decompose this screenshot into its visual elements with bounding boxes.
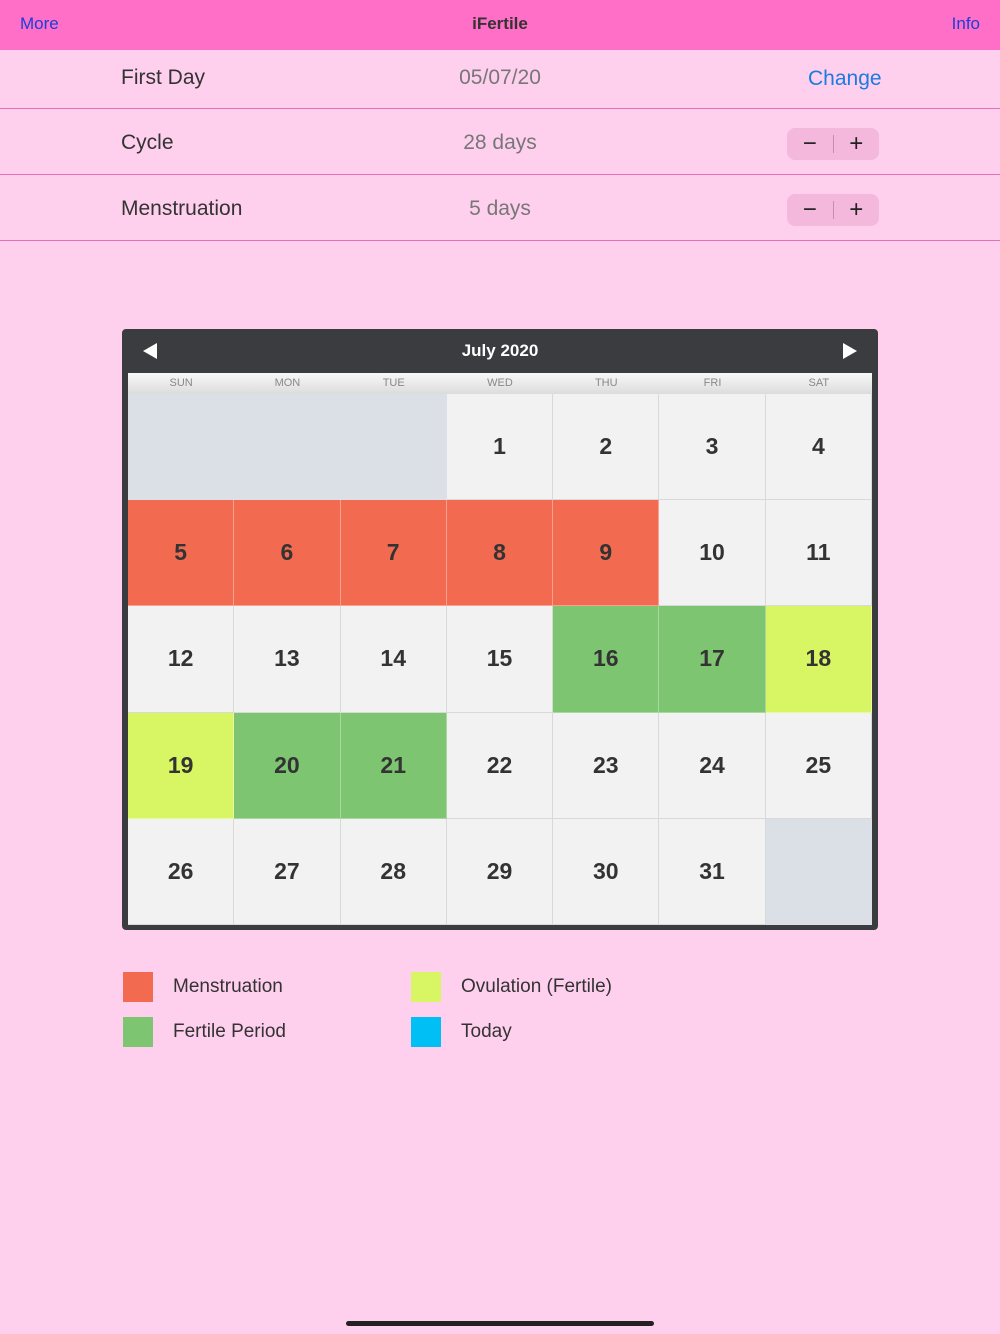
weekday-label: THU [594, 377, 618, 389]
day-cell[interactable]: 21 [340, 712, 447, 819]
day-cell[interactable]: 15 [446, 606, 554, 713]
menstruation-decrement-button[interactable]: − [787, 194, 833, 226]
weekday-label: TUE [382, 377, 405, 389]
day-cell[interactable]: 20 [234, 712, 341, 819]
day-cell[interactable]: 10 [659, 500, 766, 607]
info-button[interactable]: Info [952, 14, 980, 34]
legend-label: Today [461, 1021, 512, 1042]
empty-day-cell [128, 394, 235, 501]
day-cell[interactable]: 11 [765, 500, 872, 607]
day-cell[interactable]: 31 [659, 818, 766, 925]
weekday-label: FRI [703, 377, 722, 389]
day-cell[interactable]: 22 [446, 712, 554, 819]
calendar-month-title: July 2020 [461, 341, 539, 360]
first-day-label: First Day [121, 66, 205, 89]
empty-day-cell [765, 818, 872, 925]
day-cell[interactable]: 16 [553, 606, 660, 713]
day-cell[interactable]: 3 [659, 394, 766, 501]
day-cell[interactable]: 17 [659, 606, 766, 713]
fertile-swatch [123, 1017, 153, 1047]
cycle-row: Cycle 28 days − + [0, 109, 1000, 175]
first-day-value: 05/07/20 [459, 66, 541, 89]
menstruation-row: Menstruation 5 days − + [0, 175, 1000, 241]
legend-fertile: Fertile Period [123, 1017, 373, 1047]
menstruation-increment-button[interactable]: + [834, 194, 880, 226]
menstruation-value: 5 days [469, 197, 531, 220]
menstruation-label: Menstruation [121, 197, 243, 220]
day-cell[interactable]: 26 [128, 818, 235, 925]
day-cell[interactable]: 7 [340, 500, 447, 607]
first-day-row: First Day 05/07/20 Change [0, 50, 1000, 109]
next-month-icon[interactable] [843, 343, 857, 359]
day-cell[interactable]: 6 [234, 500, 341, 607]
legend-label: Menstruation [173, 976, 283, 997]
day-cell[interactable]: 12 [128, 606, 235, 713]
change-date-button[interactable]: Change [808, 67, 882, 91]
day-cell[interactable]: 27 [234, 818, 341, 925]
cycle-increment-button[interactable]: + [834, 128, 880, 160]
legend-label: Fertile Period [173, 1021, 286, 1042]
day-cell[interactable]: 25 [765, 712, 872, 819]
empty-day-cell [234, 394, 341, 501]
day-cell[interactable]: 5 [128, 500, 235, 607]
menstruation-stepper: − + [787, 194, 879, 226]
calendar-grid: SUN MON TUE WED THU FRI SAT 1 2 3 4 5 6 7 8 9 10 11 12 13 1… [128, 373, 872, 925]
today-swatch [411, 1017, 441, 1047]
calendar-days: 1 2 3 4 5 6 7 8 9 10 11 12 13 14 15 16 17 18 19 20 21 22 23 24 2… [128, 394, 872, 925]
weekday-label: MON [274, 377, 301, 389]
weekday-label: SAT [808, 377, 830, 389]
legend-label: Ovulation (Fertile) [461, 976, 612, 997]
day-cell[interactable]: 30 [553, 818, 660, 925]
calendar: July 2020 SUN MON TUE WED THU FRI SAT 12345678… [122, 329, 878, 930]
day-cell[interactable]: 18 [765, 606, 872, 713]
legend-today: Today [411, 1017, 671, 1047]
menstruation-swatch [123, 972, 153, 1002]
empty-day-cell [340, 394, 447, 501]
day-cell[interactable]: 8 [446, 500, 554, 607]
cycle-label: Cycle [121, 131, 174, 154]
legend-ovulation: Ovulation (Fertile) [411, 972, 671, 1002]
day-cell[interactable]: 29 [446, 818, 554, 925]
day-cell[interactable]: 19 [128, 712, 235, 819]
day-cell[interactable]: 24 [659, 712, 766, 819]
day-cell[interactable]: 23 [553, 712, 660, 819]
weekday-label: WED [487, 377, 513, 389]
weekday-label: SUN [169, 377, 193, 389]
weekday-header: SUN MON TUE WED THU FRI SAT [128, 373, 872, 394]
day-cell[interactable]: 14 [340, 606, 447, 713]
day-cell[interactable]: 13 [234, 606, 341, 713]
cycle-decrement-button[interactable]: − [787, 128, 833, 160]
cycle-stepper: − + [787, 128, 879, 160]
day-cell[interactable]: 9 [553, 500, 660, 607]
nav-bar: More iFertile Info [0, 0, 1000, 50]
cycle-value: 28 days [463, 131, 537, 154]
legend-menstruation: Menstruation [123, 972, 373, 1002]
day-cell[interactable]: 2 [553, 394, 660, 501]
home-indicator [346, 1321, 654, 1326]
day-cell[interactable]: 1 [446, 394, 554, 501]
day-cell[interactable]: 4 [765, 394, 872, 501]
ovulation-swatch [411, 972, 441, 1002]
app-title: iFertile [472, 14, 528, 33]
day-cell[interactable]: 28 [340, 818, 447, 925]
